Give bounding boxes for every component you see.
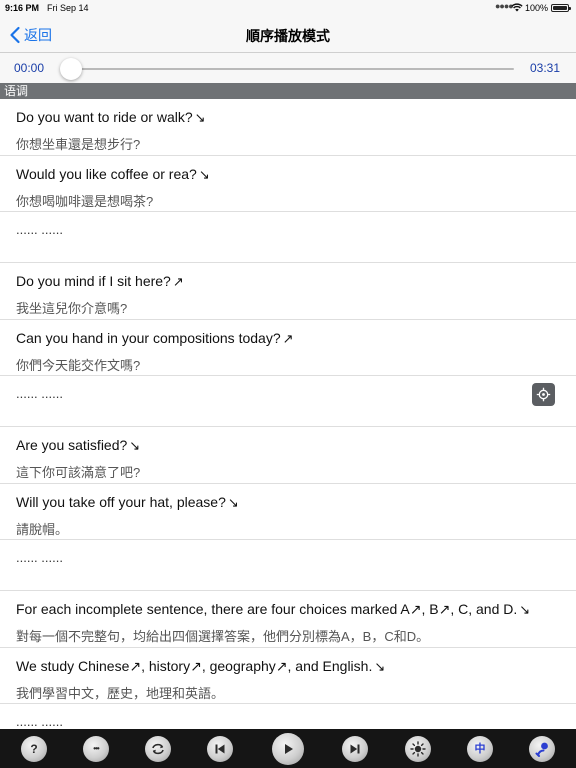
placeholder-row[interactable]: ...... ...... xyxy=(0,540,576,591)
sentence-row[interactable]: Can you hand in your compositions today?… xyxy=(0,320,576,376)
placeholder-dots: ...... ...... xyxy=(16,222,63,237)
intonation-arrow-icon: ↘ xyxy=(198,166,210,182)
battery-icon xyxy=(551,4,571,12)
more-icon: ••• xyxy=(93,744,99,753)
chinese-translation: 請脫帽。 xyxy=(16,521,69,537)
brightness-button[interactable] xyxy=(405,736,431,762)
sentence-row[interactable]: Do you want to ride or walk? ↘ 你想坐車還是想步行? xyxy=(0,99,576,156)
sentence-row[interactable]: Would you like coffee or rea? ↘ 你想喝咖啡還是想喝茶… xyxy=(0,156,576,212)
progress-slider-track[interactable] xyxy=(70,68,514,70)
english-sentence: Do you want to ride or walk? ↘ xyxy=(16,109,206,126)
intonation-arrow-icon: ↘ xyxy=(519,602,531,617)
next-button[interactable] xyxy=(342,736,368,762)
sentence-row[interactable]: We study Chinese↗, history↗, geography↗,… xyxy=(0,648,576,704)
language-button[interactable]: 中 xyxy=(467,736,493,762)
english-sentence: Are you satisfied? ↘ xyxy=(16,437,140,454)
progress-slider-thumb[interactable] xyxy=(60,58,82,80)
status-bar: 9:16 PM Fri Sep 14 ●●●● 100% xyxy=(0,0,576,16)
speaker-button[interactable] xyxy=(529,736,555,762)
placeholder-dots: ...... ...... xyxy=(16,386,63,401)
battery-percent: 100% xyxy=(525,3,549,13)
sentence-list[interactable]: Do you want to ride or walk? ↘ 你想坐車還是想步行? W… xyxy=(0,99,576,729)
brightness-icon xyxy=(410,741,426,757)
intonation-arrow-icon: ↘ xyxy=(194,110,206,125)
english-text: Will you take off your hat, please? xyxy=(16,493,226,510)
english-sentence: For each incomplete sentence, there are … xyxy=(16,601,530,618)
chinese-translation: 你們今天能交作文嗎? xyxy=(16,357,141,373)
speaker-icon xyxy=(535,742,548,757)
total-time: 03:31 xyxy=(529,61,560,75)
placeholder-row[interactable]: ...... ...... xyxy=(0,376,576,427)
repeat-button[interactable] xyxy=(145,736,171,762)
intonation-arrow-icon: ↗ xyxy=(282,330,294,346)
chinese-translation: 你想喝咖啡還是想喝茶? xyxy=(16,193,154,209)
section-header: 语调 xyxy=(0,83,576,99)
current-time: 00:00 xyxy=(14,61,45,75)
play-icon xyxy=(285,744,293,754)
english-text: We study Chinese↗, history↗, geography↗,… xyxy=(16,657,373,674)
english-text: Are you satisfied? xyxy=(16,437,128,453)
placeholder-row[interactable]: ...... ...... xyxy=(0,704,576,729)
english-text: Would you like coffee or rea? xyxy=(16,165,197,182)
repeat-icon xyxy=(152,743,164,755)
status-time: 9:16 PM xyxy=(5,3,40,13)
language-icon: 中 xyxy=(474,742,486,755)
locate-button[interactable] xyxy=(532,383,555,406)
intonation-arrow-icon: ↗ xyxy=(172,274,184,289)
placeholder-dots: ...... ...... xyxy=(16,550,63,565)
previous-button[interactable] xyxy=(207,736,233,762)
bottom-toolbar: ? ••• 中 xyxy=(0,729,576,768)
status-date: Fri Sep 14 xyxy=(47,3,89,13)
page-title: 順序播放模式 xyxy=(246,28,330,44)
help-button[interactable]: ? xyxy=(21,736,47,762)
chinese-translation: 這下你可該滿意了吧? xyxy=(16,465,141,480)
playback-progress: 00:00 03:31 xyxy=(0,53,576,83)
more-button[interactable]: ••• xyxy=(83,736,109,762)
placeholder-dots: ...... ...... xyxy=(16,714,63,729)
english-sentence: Would you like coffee or rea? ↘ xyxy=(16,166,210,183)
english-sentence: Will you take off your hat, please? ↘ xyxy=(16,494,239,511)
sentence-row[interactable]: Do you mind if I sit here? ↗ 我坐這兒你介意嗎? xyxy=(0,263,576,320)
chinese-translation: 對每一個不完整句，均給出四個選擇答案，他們分別標為A，B，C和D。 xyxy=(16,629,430,644)
next-icon xyxy=(350,744,360,754)
crosshair-icon xyxy=(536,387,551,402)
help-icon: ? xyxy=(30,742,38,756)
navigation-bar: 返回 順序播放模式 xyxy=(0,16,576,53)
chinese-translation: 我們學習中文，歷史，地理和英語。 xyxy=(16,685,225,701)
sentence-row[interactable]: Are you satisfied? ↘ 這下你可該滿意了吧? xyxy=(0,427,576,484)
english-sentence: Can you hand in your compositions today?… xyxy=(16,330,294,347)
intonation-arrow-icon: ↘ xyxy=(374,658,386,674)
english-text: Can you hand in your compositions today? xyxy=(16,329,281,346)
intonation-arrow-icon: ↘ xyxy=(129,438,141,453)
play-button[interactable] xyxy=(272,733,304,765)
chinese-translation: 你想坐車還是想步行? xyxy=(16,137,141,152)
english-sentence: We study Chinese↗, history↗, geography↗,… xyxy=(16,658,385,675)
placeholder-row[interactable]: ...... ...... xyxy=(0,212,576,263)
chinese-translation: 我坐這兒你介意嗎? xyxy=(16,301,128,316)
sentence-row[interactable]: For each incomplete sentence, there are … xyxy=(0,591,576,648)
sentence-row[interactable]: Will you take off your hat, please? ↘ 請脫帽。 xyxy=(0,484,576,540)
english-text: Do you mind if I sit here? xyxy=(16,273,171,289)
previous-icon xyxy=(215,744,225,754)
intonation-arrow-icon: ↘ xyxy=(227,494,239,510)
english-sentence: Do you mind if I sit here? ↗ xyxy=(16,273,184,290)
wifi-icon xyxy=(511,3,523,12)
english-text: Do you want to ride or walk? xyxy=(16,109,193,125)
english-text: For each incomplete sentence, there are … xyxy=(16,601,518,617)
